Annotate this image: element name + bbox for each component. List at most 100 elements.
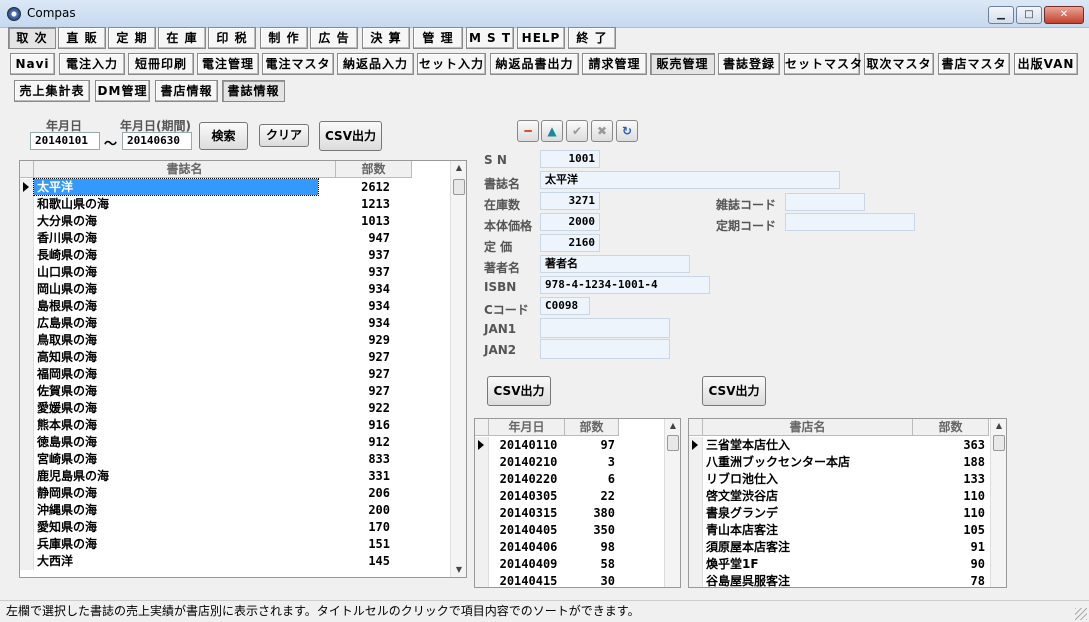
cell-copies[interactable]: 151 bbox=[318, 536, 394, 552]
row-indicator[interactable] bbox=[20, 468, 34, 485]
table-row[interactable]: 谷島屋呉服客注 78 bbox=[689, 573, 989, 587]
menu-hanbai-manage[interactable]: 販売管理 bbox=[650, 53, 715, 75]
cell-name[interactable]: 20140220 bbox=[489, 471, 565, 487]
table-row[interactable]: 広島県の海 934 bbox=[20, 315, 394, 332]
cell-name[interactable]: 山口県の海 bbox=[34, 264, 318, 280]
row-indicator[interactable] bbox=[689, 522, 703, 539]
cell-name[interactable]: 鳥取県の海 bbox=[34, 332, 318, 348]
cell-name[interactable]: 静岡県の海 bbox=[34, 485, 318, 501]
table-row[interactable]: 静岡県の海 206 bbox=[20, 485, 394, 502]
row-indicator[interactable] bbox=[475, 573, 489, 587]
table-row[interactable]: 香川県の海 947 bbox=[20, 230, 394, 247]
menu-set-input[interactable]: セット入力 bbox=[417, 53, 486, 75]
row-indicator[interactable] bbox=[475, 488, 489, 505]
cell-name[interactable]: 福岡県の海 bbox=[34, 366, 318, 382]
cell-copies[interactable]: 937 bbox=[318, 247, 394, 263]
row-indicator[interactable] bbox=[689, 573, 703, 587]
row-indicator[interactable] bbox=[20, 553, 34, 570]
cell-name[interactable]: 20140406 bbox=[489, 539, 565, 555]
cell-copies[interactable]: 2612 bbox=[318, 179, 394, 195]
menu-seisaku[interactable]: 制 作 bbox=[260, 27, 308, 49]
table-row[interactable]: 和歌山県の海 1213 bbox=[20, 196, 394, 213]
row-indicator[interactable] bbox=[20, 264, 34, 281]
cell-copies[interactable]: 90 bbox=[913, 556, 989, 572]
cell-copies[interactable]: 934 bbox=[318, 281, 394, 297]
table-row[interactable]: 鹿児島県の海 331 bbox=[20, 468, 394, 485]
cell-copies[interactable]: 97 bbox=[565, 437, 619, 453]
row-indicator[interactable] bbox=[689, 471, 703, 488]
row-indicator[interactable] bbox=[20, 400, 34, 417]
menu-nouhenpin-export[interactable]: 納返品書出力 bbox=[490, 53, 579, 75]
table-row[interactable]: 八重洲ブックセンター本店 188 bbox=[689, 454, 989, 471]
cross-icon[interactable]: ✖ bbox=[591, 120, 613, 142]
menu-shuppan-van[interactable]: 出版VAN bbox=[1014, 53, 1078, 75]
table-row[interactable]: 青山本店客注 105 bbox=[689, 522, 989, 539]
table-row[interactable]: 岡山県の海 934 bbox=[20, 281, 394, 298]
row-indicator[interactable] bbox=[689, 488, 703, 505]
cell-copies[interactable]: 200 bbox=[318, 502, 394, 518]
table-row[interactable]: 佐賀県の海 927 bbox=[20, 383, 394, 400]
cell-copies[interactable]: 110 bbox=[913, 488, 989, 504]
cell-copies[interactable]: 98 bbox=[565, 539, 619, 555]
cell-name[interactable]: 太平洋 bbox=[33, 178, 319, 196]
cell-copies[interactable]: 927 bbox=[318, 366, 394, 382]
scroll-up-icon[interactable]: ▲ bbox=[665, 419, 680, 433]
row-indicator[interactable] bbox=[689, 437, 703, 454]
table-row[interactable]: 兵庫県の海 151 bbox=[20, 536, 394, 553]
menu-set-master[interactable]: セットマスタ bbox=[784, 53, 862, 75]
menu-inzei[interactable]: 印 税 bbox=[208, 27, 256, 49]
row-indicator[interactable] bbox=[20, 179, 34, 196]
table-row[interactable]: 福岡県の海 927 bbox=[20, 366, 394, 383]
row-indicator[interactable] bbox=[475, 522, 489, 539]
menu-shoten-info[interactable]: 書店情報 bbox=[155, 80, 218, 102]
cell-name[interactable]: 須原屋本店客注 bbox=[703, 539, 913, 555]
row-indicator[interactable] bbox=[20, 366, 34, 383]
header-date[interactable]: 年月日 bbox=[489, 419, 565, 436]
store-sales-grid[interactable]: 書店名 部数 三省堂本店仕入 363 八重洲ブックセンター本店 188 リブロ池仕入 13… bbox=[688, 418, 1007, 588]
table-row[interactable]: 20140415 30 bbox=[475, 573, 619, 587]
cell-copies[interactable]: 105 bbox=[913, 522, 989, 538]
cell-copies[interactable]: 937 bbox=[318, 264, 394, 280]
cell-copies[interactable]: 6 bbox=[565, 471, 619, 487]
close-button[interactable]: ✕ bbox=[1044, 6, 1084, 24]
cell-name[interactable]: 兵庫県の海 bbox=[34, 536, 318, 552]
cell-copies[interactable]: 78 bbox=[913, 573, 989, 587]
cell-copies[interactable]: 188 bbox=[913, 454, 989, 470]
menu-dm-manage[interactable]: DM管理 bbox=[95, 80, 150, 102]
cell-name[interactable]: 煥乎堂1F bbox=[703, 556, 913, 572]
cell-copies[interactable]: 170 bbox=[318, 519, 394, 535]
scroll-thumb[interactable] bbox=[667, 435, 679, 451]
clear-button[interactable]: クリア bbox=[259, 124, 309, 147]
table-row[interactable]: 長崎県の海 937 bbox=[20, 247, 394, 264]
table-row[interactable]: 太平洋 2612 bbox=[20, 178, 394, 196]
cell-copies[interactable]: 929 bbox=[318, 332, 394, 348]
menu-denchu-manage[interactable]: 電注管理 bbox=[197, 53, 259, 75]
cell-name[interactable]: 熊本県の海 bbox=[34, 417, 318, 433]
header-copies[interactable]: 部数 bbox=[336, 161, 412, 178]
csv-export-store-button[interactable]: CSV出力 bbox=[702, 376, 766, 406]
scroll-up-icon[interactable]: ▲ bbox=[991, 419, 1006, 433]
cell-copies[interactable]: 934 bbox=[318, 298, 394, 314]
date-sales-grid[interactable]: 年月日 部数 20140110 97 20140210 3 20140220 6 20140… bbox=[474, 418, 681, 588]
cell-copies[interactable]: 934 bbox=[318, 315, 394, 331]
cell-name[interactable]: 20140315 bbox=[489, 505, 565, 521]
table-row[interactable]: 徳島県の海 912 bbox=[20, 434, 394, 451]
date-grid-scrollbar[interactable]: ▲ bbox=[664, 419, 680, 587]
table-row[interactable]: 宮崎県の海 833 bbox=[20, 451, 394, 468]
cell-copies[interactable]: 922 bbox=[318, 400, 394, 416]
cell-copies[interactable]: 206 bbox=[318, 485, 394, 501]
table-row[interactable]: 大西洋 145 bbox=[20, 553, 394, 570]
table-row[interactable]: 大分県の海 1013 bbox=[20, 213, 394, 230]
row-indicator[interactable] bbox=[20, 230, 34, 247]
row-indicator[interactable] bbox=[475, 505, 489, 522]
minus-icon[interactable]: ━ bbox=[517, 120, 539, 142]
search-button[interactable]: 検索 bbox=[199, 122, 248, 150]
row-indicator[interactable] bbox=[20, 349, 34, 366]
table-row[interactable]: 20140220 6 bbox=[475, 471, 619, 488]
cell-name[interactable]: 和歌山県の海 bbox=[34, 196, 318, 212]
menu-shoshi-info[interactable]: 書誌情報 bbox=[222, 80, 285, 102]
row-indicator[interactable] bbox=[689, 454, 703, 471]
cell-name[interactable]: 大西洋 bbox=[34, 553, 318, 569]
menu-torituki[interactable]: 取 次 bbox=[8, 27, 56, 49]
cell-copies[interactable]: 912 bbox=[318, 434, 394, 450]
